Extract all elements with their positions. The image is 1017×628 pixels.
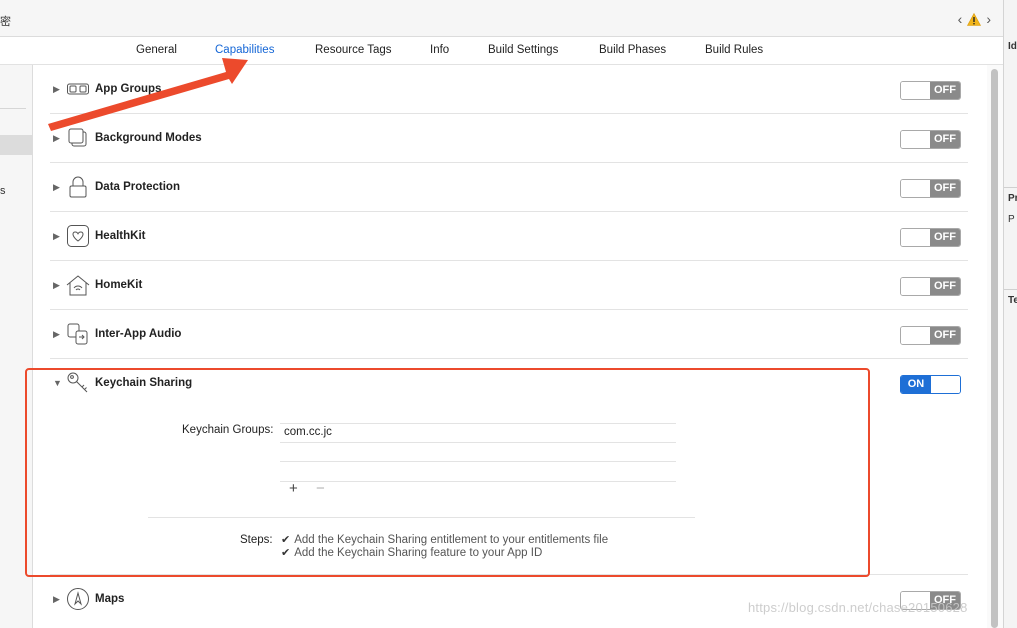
tab-resource-tags[interactable]: Resource Tags [315, 44, 392, 56]
toggle-knob [901, 229, 930, 246]
sidebar-item-fragment[interactable]: s [0, 185, 6, 197]
toggle-knob [901, 82, 930, 99]
inter-app-audio-icon [66, 322, 90, 346]
compass-icon [66, 587, 90, 611]
capability-row-data-protection[interactable]: ▶ Data Protection OFF [50, 163, 968, 212]
tab-capabilities[interactable]: Capabilities [215, 44, 274, 56]
tab-build-rules[interactable]: Build Rules [705, 44, 763, 56]
capability-toggle[interactable]: OFF [900, 179, 961, 198]
capability-row-inter-app-audio[interactable]: ▶ Inter-App Audio OFF [50, 310, 968, 359]
app-groups-icon [66, 77, 90, 101]
disclosure-triangle-icon[interactable]: ▶ [53, 231, 60, 242]
scrollbar-thumb[interactable] [991, 69, 998, 628]
back-button[interactable]: ‹ [958, 11, 963, 27]
inspector-label: P [1008, 214, 1015, 225]
toggle-knob [901, 131, 930, 148]
disclosure-triangle-icon[interactable]: ▶ [53, 329, 60, 340]
editor-tabs: General Capabilities Resource Tags Info … [0, 37, 1003, 65]
inspector-panel: Id Pr P Te [1003, 0, 1017, 628]
toggle-state: OFF [930, 229, 960, 246]
capability-toggle[interactable]: OFF [900, 326, 961, 345]
annotation-highlight-box [25, 368, 870, 577]
toggle-state: OFF [930, 82, 960, 99]
toggle-knob [931, 376, 960, 393]
lock-icon [66, 175, 90, 199]
capability-name: HealthKit [95, 230, 146, 242]
inspector-label: Te [1008, 295, 1017, 306]
toggle-state: OFF [930, 180, 960, 197]
disclosure-triangle-icon[interactable]: ▶ [53, 133, 60, 144]
forward-button[interactable]: › [986, 11, 991, 27]
home-icon [66, 273, 90, 297]
capability-name: HomeKit [95, 279, 143, 291]
tab-info[interactable]: Info [430, 44, 449, 56]
capability-name: Data Protection [95, 181, 180, 193]
capability-toggle[interactable]: OFF [900, 81, 961, 100]
background-modes-icon [66, 126, 90, 150]
heart-icon [66, 224, 90, 248]
warning-icon[interactable] [967, 12, 982, 26]
capability-name: Background Modes [95, 132, 202, 144]
capability-name: App Groups [95, 83, 162, 95]
toggle-state: OFF [930, 131, 960, 148]
disclosure-triangle-icon[interactable]: ▶ [53, 594, 60, 605]
capability-name: Maps [95, 593, 125, 605]
toggle-knob [901, 180, 930, 197]
disclosure-triangle-icon[interactable]: ▶ [53, 280, 60, 291]
toggle-knob [901, 327, 930, 344]
tab-build-settings[interactable]: Build Settings [488, 44, 558, 56]
inspector-label: Id [1008, 41, 1017, 52]
sidebar-divider [0, 108, 26, 109]
navigation-controls: ‹ › [958, 11, 991, 27]
inspector-divider [1004, 289, 1017, 290]
toggle-state: OFF [930, 278, 960, 295]
capability-toggle[interactable]: OFF [900, 228, 961, 247]
window-title-fragment: 密 [0, 16, 11, 28]
toggle-state: ON [901, 376, 931, 393]
watermark: https://blog.csdn.net/chase20150628 [748, 600, 968, 615]
tab-build-phases[interactable]: Build Phases [599, 44, 666, 56]
disclosure-triangle-icon[interactable]: ▶ [53, 84, 60, 95]
content-scrollbar[interactable] [987, 65, 1003, 628]
capability-row-homekit[interactable]: ▶ HomeKit OFF [50, 261, 968, 310]
tab-general[interactable]: General [136, 44, 177, 56]
disclosure-triangle-icon[interactable]: ▶ [53, 182, 60, 193]
capability-name: Inter-App Audio [95, 328, 182, 340]
inspector-divider [1004, 187, 1017, 188]
capability-row-healthkit[interactable]: ▶ HealthKit OFF [50, 212, 968, 261]
toggle-knob [901, 278, 930, 295]
capability-row-background-modes[interactable]: ▶ Background Modes OFF [50, 114, 968, 163]
toggle-state: OFF [930, 327, 960, 344]
sidebar-selected-item[interactable] [0, 135, 32, 155]
capability-toggle[interactable]: OFF [900, 130, 961, 149]
capability-toggle[interactable]: ON [900, 375, 961, 394]
capability-toggle[interactable]: OFF [900, 277, 961, 296]
inspector-label: Pr [1008, 193, 1017, 204]
capability-row-app-groups[interactable]: ▶ App Groups OFF [50, 65, 968, 114]
window-toolbar: 密 ‹ › [0, 0, 1003, 37]
